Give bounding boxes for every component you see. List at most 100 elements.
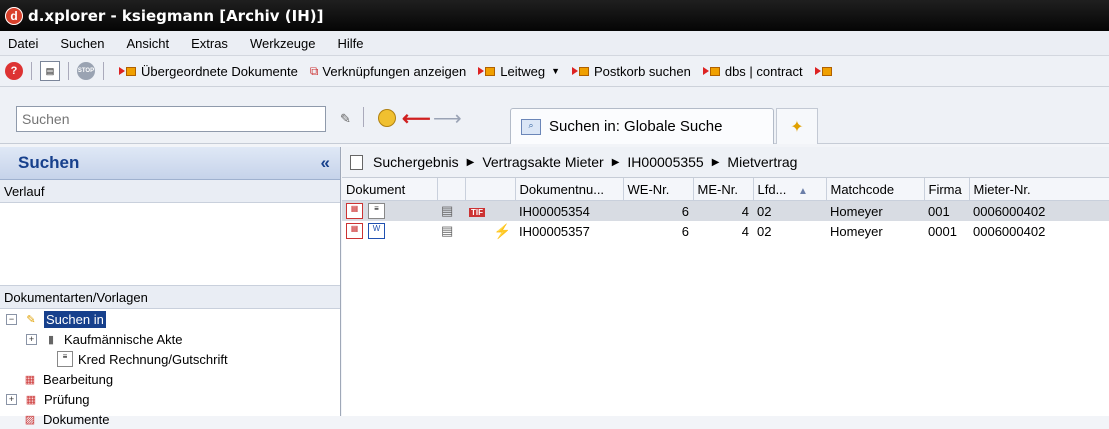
pdf-icon: ⚡ <box>493 222 511 239</box>
tree-item-dokumente[interactable]: ▨ Dokumente <box>0 409 340 429</box>
parent-docs-button[interactable]: Übergeordnete Dokumente <box>141 64 298 79</box>
tree-label: Prüfung <box>44 391 90 407</box>
tab-search-in[interactable]: ⌕ Suchen in: Globale Suche <box>510 108 774 144</box>
postkorb-button[interactable]: Postkorb suchen <box>594 64 691 79</box>
results-table: Dokument Dokumentnu... WE-Nr. ME-Nr. Lfd… <box>342 178 1109 241</box>
search-tab-icon: ⌕ <box>521 118 541 135</box>
column-header[interactable]: Dokument <box>342 178 438 201</box>
tree-item-pruefung[interactable]: + ▦ Prüfung <box>0 389 340 409</box>
parent-docs-icon <box>119 66 137 76</box>
breadcrumb-item[interactable]: Vertragsakte Mieter <box>482 154 603 170</box>
show-links-button[interactable]: Verknüpfungen anzeigen <box>322 64 466 79</box>
more-icon[interactable] <box>814 66 833 76</box>
result-panel: Suchergebnis ▶ Vertragsakte Mieter ▶ IH0… <box>342 147 1109 416</box>
column-header-sorted[interactable]: Lfd... ▲ <box>753 178 827 201</box>
postkorb-icon <box>572 66 590 76</box>
new-tab-icon[interactable]: ✦ <box>776 108 818 144</box>
doc-cell: ▦ ≡ <box>342 201 437 222</box>
tree-label: Bearbeitung <box>43 371 114 387</box>
sort-asc-icon: ▲ <box>798 185 808 197</box>
window-title: d.xplorer - ksiegmann [Archiv (IH)] <box>28 6 324 25</box>
table-row[interactable]: ▦ ≡ ▤ TIF IH00005354 6 4 02 Homeyer 001 0… <box>342 200 1109 222</box>
tree-item-suchen-in[interactable]: − ✎ Suchen in <box>0 309 340 329</box>
collapse-icon[interactable]: « <box>321 153 330 173</box>
toolbar-separator <box>363 107 364 127</box>
panel-title: Suchen <box>18 153 80 172</box>
collapse-tree-icon[interactable]: − <box>6 313 17 325</box>
tree-label: Kaufmännische Akte <box>64 331 183 347</box>
expand-tree-icon[interactable]: + <box>6 393 17 405</box>
folder-icon: ▮ <box>47 333 55 346</box>
linked-docs-icon: ▤ <box>441 203 454 218</box>
tree-item-bearbeitung[interactable]: ▦ Bearbeitung <box>0 369 340 389</box>
document-icon: ≡ <box>368 203 385 220</box>
firma-cell: 001 <box>928 203 950 219</box>
chevron-down-icon[interactable]: ▼ <box>551 66 560 76</box>
expand-tree-icon[interactable]: + <box>26 333 37 345</box>
chevron-right-icon: ▶ <box>711 156 720 168</box>
title-bar: d d.xplorer - ksiegmann [Archiv (IH)] <box>0 0 1109 31</box>
leitweg-icon <box>478 66 496 76</box>
mieter-cell: 0006000402 <box>973 203 1046 219</box>
column-header[interactable]: Dokumentnu... <box>515 178 624 201</box>
back-arrow-icon[interactable]: ⟵ <box>402 106 431 131</box>
tif-icon: TIF <box>469 207 485 217</box>
documents-icon: ▨ <box>24 413 36 426</box>
tree-item-kaufm-akte[interactable]: + ▮ Kaufmännische Akte <box>0 329 340 349</box>
menu-hilfe[interactable]: Hilfe <box>337 36 363 51</box>
search-input[interactable] <box>16 106 326 132</box>
column-header[interactable]: Firma <box>924 178 970 201</box>
table-header-row: Dokument Dokumentnu... WE-Nr. ME-Nr. Lfd… <box>342 178 1109 201</box>
menu-suchen[interactable]: Suchen <box>60 36 104 51</box>
linked-docs-icon: ▤ <box>441 223 454 238</box>
menu-extras[interactable]: Extras <box>191 36 228 51</box>
leitweg-button[interactable]: Leitweg <box>500 64 545 79</box>
calendar-doc-icon: ▦ <box>346 203 363 220</box>
menu-werkzeuge[interactable]: Werkzeuge <box>250 36 316 51</box>
pen-icon[interactable]: ✎ <box>340 111 351 127</box>
doc-types-label: Dokumentarten/Vorlagen <box>4 289 148 305</box>
calendar-doc-icon: ▦ <box>346 223 363 240</box>
column-header[interactable]: Matchcode <box>826 178 925 201</box>
links-icon: ⧉ <box>309 63 319 78</box>
calendar-doc-icon: ▦ <box>24 373 36 386</box>
breadcrumb-item[interactable]: Suchergebnis <box>373 154 459 170</box>
column-header[interactable]: WE-Nr. <box>623 178 694 201</box>
document-icon: ≡ <box>57 351 73 367</box>
lfd-cell: 02 <box>757 223 772 239</box>
dbs-contract-button[interactable]: dbs | contract <box>725 64 803 79</box>
column-header[interactable]: ME-Nr. <box>693 178 754 201</box>
breadcrumb-item[interactable]: IH00005355 <box>627 154 703 170</box>
toolbar-separator <box>103 62 104 80</box>
doc-types-section[interactable]: Dokumentarten/Vorlagen <box>0 285 340 309</box>
dbs-icon <box>702 66 721 76</box>
tree-item-kred-rechnung[interactable]: ≡ Kred Rechnung/Gutschrift <box>0 349 340 369</box>
forward-arrow-icon[interactable]: ⟶ <box>433 106 462 131</box>
column-header[interactable] <box>437 178 466 201</box>
layout-icon[interactable]: ▤ <box>40 61 60 81</box>
help-icon[interactable]: ? <box>5 62 23 80</box>
history-section[interactable]: Verlauf <box>0 180 340 203</box>
lfd-cell: 02 <box>757 203 772 219</box>
match-cell: Homeyer <box>830 223 883 239</box>
me-cell: 4 <box>741 223 749 239</box>
match-cell: Homeyer <box>830 203 883 219</box>
table-row[interactable]: ▦ W ▤ ⚡ IH00005357 6 4 02 Homeyer 0001 00… <box>342 221 1109 241</box>
toolbar-separator <box>31 62 32 80</box>
docnr-cell: IH00005354 <box>519 203 590 219</box>
tree-label: Suchen in <box>44 310 106 328</box>
history-icon[interactable] <box>378 109 396 127</box>
mieter-cell: 0006000402 <box>973 223 1046 239</box>
search-panel: Suchen « Verlauf Dokumentarten/Vorlagen … <box>0 147 341 427</box>
menu-datei[interactable]: Datei <box>8 36 38 51</box>
word-doc-icon: W <box>368 223 385 240</box>
column-header[interactable]: Mieter-Nr. <box>969 178 1109 201</box>
column-header[interactable] <box>465 178 516 201</box>
breadcrumb-item[interactable]: Mietvertrag <box>727 154 797 170</box>
doc-cell: ▦ W <box>342 221 437 241</box>
we-cell: 6 <box>681 203 689 219</box>
docnr-cell: IH00005357 <box>519 223 590 239</box>
chevron-right-icon: ▶ <box>466 156 475 168</box>
menu-ansicht[interactable]: Ansicht <box>126 36 169 51</box>
stop-icon[interactable]: STOP <box>77 62 95 80</box>
